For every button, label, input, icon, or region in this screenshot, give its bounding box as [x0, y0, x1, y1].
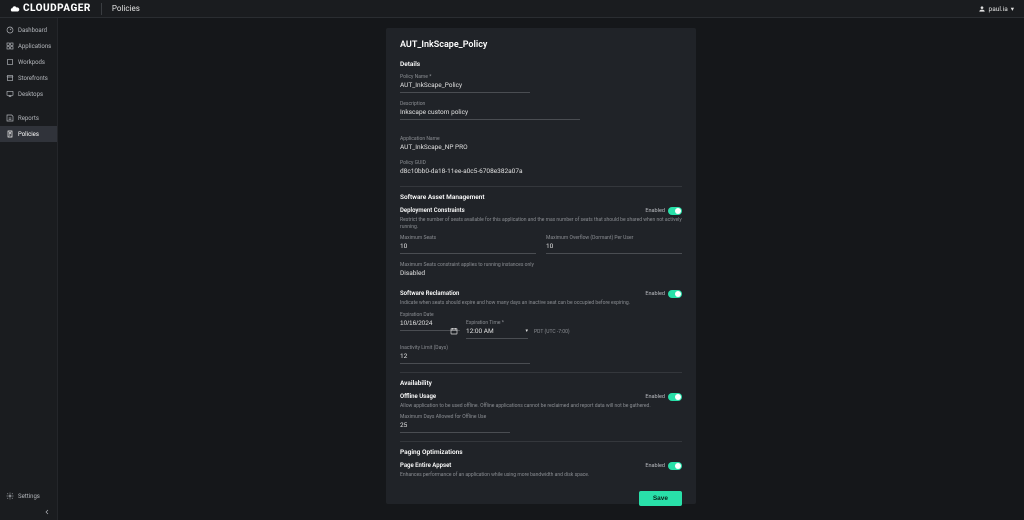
sidebar-item-applications[interactable]: Applications — [0, 38, 57, 54]
sidebar-item-label: Workpods — [18, 59, 45, 66]
chevron-down-icon: ▾ — [1011, 5, 1014, 13]
sidebar-item-desktops[interactable]: Desktops — [0, 86, 57, 102]
max-seats-label: Maximum Seats — [400, 235, 536, 241]
sidebar-item-reports[interactable]: Reports — [0, 110, 57, 126]
max-overflow-input[interactable]: 10 — [546, 242, 682, 254]
switch-on-icon[interactable] — [668, 290, 682, 298]
max-offline-label: Maximum Days Allowed for Offline Use — [400, 414, 682, 420]
max-offline-input[interactable]: 25 — [400, 421, 510, 433]
deployment-constraints-heading: Deployment Constraints — [400, 207, 465, 214]
page-entire-appset-heading: Page Entire Appset — [400, 462, 451, 469]
expiration-time-select[interactable]: 12:00 AM ▾ — [466, 327, 528, 339]
sidebar-item-label: Policies — [18, 131, 39, 138]
offline-usage-heading: Offline Usage — [400, 393, 436, 400]
offline-usage-desc: Allow application to be used offline. Of… — [400, 403, 682, 410]
sidebar-item-settings[interactable]: Settings — [0, 488, 57, 504]
policy-name-label: Policy Name * — [400, 74, 682, 80]
offline-usage-toggle[interactable]: Enabled — [645, 393, 682, 401]
gear-icon — [6, 492, 14, 500]
divider — [101, 3, 102, 15]
app-name-label: Application Name — [400, 136, 682, 142]
reports-icon — [6, 114, 14, 122]
switch-on-icon[interactable] — [668, 393, 682, 401]
expiration-time-label: Expiration Time * — [466, 320, 528, 326]
chevron-left-icon — [43, 508, 51, 516]
app-name-value: AUT_InkScape_NP PRO — [400, 143, 682, 154]
brand-logo[interactable]: CLOUDPAGER — [10, 3, 91, 14]
toggle-label: Enabled — [645, 291, 665, 297]
dashboard-icon — [6, 26, 14, 34]
applications-icon — [6, 42, 14, 50]
software-reclamation-desc: Indicate when seats should expire and ho… — [400, 300, 682, 307]
sam-heading: Software Asset Management — [400, 186, 682, 201]
save-button[interactable]: Save — [639, 491, 682, 506]
toggle-label: Enabled — [645, 394, 665, 400]
sidebar: Dashboard Applications Workpods Storefro… — [0, 18, 58, 520]
availability-heading: Availability — [400, 372, 682, 387]
sidebar-item-workpods[interactable]: Workpods — [0, 54, 57, 70]
storefronts-icon — [6, 74, 14, 82]
sidebar-item-label: Desktops — [18, 91, 43, 98]
description-label: Description — [400, 101, 682, 107]
desktops-icon — [6, 90, 14, 98]
inactivity-limit-label: Inactivity Limit (Days) — [400, 345, 682, 351]
switch-on-icon[interactable] — [668, 207, 682, 215]
cloud-icon — [10, 4, 20, 14]
switch-on-icon[interactable] — [668, 462, 682, 470]
sidebar-item-label: Settings — [18, 493, 40, 500]
main-content: AUT_InkScape_Policy Details Policy Name … — [58, 18, 1024, 520]
description-input[interactable]: Inkscape custom policy — [400, 108, 580, 120]
sidebar-item-label: Dashboard — [18, 27, 47, 34]
sidebar-collapse-button[interactable] — [0, 504, 57, 520]
software-reclamation-toggle[interactable]: Enabled — [645, 290, 682, 298]
top-bar: CLOUDPAGER Policies paul.ia ▾ — [0, 0, 1024, 18]
chevron-down-icon: ▾ — [525, 328, 528, 334]
brand-text: CLOUDPAGER — [23, 3, 91, 14]
user-name: paul.ia — [989, 5, 1008, 13]
page-section-title: Policies — [112, 4, 140, 13]
sidebar-item-policies[interactable]: Policies — [0, 126, 57, 142]
deployment-constraints-toggle[interactable]: Enabled — [645, 207, 682, 215]
details-heading: Details — [400, 60, 682, 68]
software-reclamation-heading: Software Reclamation — [400, 290, 459, 297]
workpods-icon — [6, 58, 14, 66]
user-menu[interactable]: paul.ia ▾ — [978, 5, 1014, 13]
user-icon — [978, 5, 986, 13]
max-overflow-label: Maximum Overflow (Dormant) Per User — [546, 235, 682, 241]
toggle-label: Enabled — [645, 208, 665, 214]
sidebar-item-label: Storefronts — [18, 75, 48, 82]
sidebar-item-storefronts[interactable]: Storefronts — [0, 70, 57, 86]
toggle-label: Enabled — [645, 463, 665, 469]
constraint-note-label: Maximum Seats constraint applies to runn… — [400, 262, 682, 268]
expiration-date-label: Expiration Date — [400, 312, 460, 318]
guid-label: Policy GUID — [400, 160, 682, 166]
paging-heading: Paging Optimizations — [400, 441, 682, 456]
inactivity-limit-input[interactable]: 12 — [400, 352, 530, 364]
sidebar-item-label: Reports — [18, 115, 39, 122]
sidebar-item-label: Applications — [18, 43, 51, 50]
policy-card: AUT_InkScape_Policy Details Policy Name … — [386, 28, 696, 504]
deployment-constraints-desc: Restrict the number of seats available f… — [400, 217, 682, 230]
timezone-label: PDT (UTC -7:00) — [534, 329, 570, 339]
policy-name-input[interactable]: AUT_InkScape_Policy — [400, 81, 530, 93]
policies-icon — [6, 130, 14, 138]
sidebar-item-dashboard[interactable]: Dashboard — [0, 22, 57, 38]
guid-value: d8c10bb0-da18-11ee-a0c5-6708e382a07a — [400, 167, 682, 178]
page-entire-appset-desc: Enhances performance of an application w… — [400, 472, 682, 479]
calendar-icon[interactable] — [450, 327, 458, 335]
policy-title: AUT_InkScape_Policy — [400, 40, 682, 50]
expiration-time-value: 12:00 AM — [466, 327, 494, 335]
page-entire-appset-toggle[interactable]: Enabled — [645, 462, 682, 470]
constraint-note-value: Disabled — [400, 269, 682, 280]
max-seats-input[interactable]: 10 — [400, 242, 536, 254]
